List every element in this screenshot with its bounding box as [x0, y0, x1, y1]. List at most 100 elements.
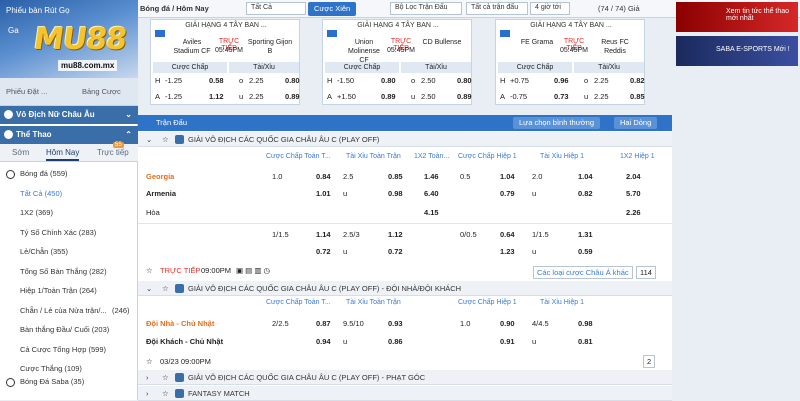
market-item[interactable]: Tỷ Số Chính Xác (283)	[0, 223, 138, 243]
market-item[interactable]: Tổng Số Bàn Thắng (282)	[0, 262, 138, 282]
stats-icons[interactable]: ▣ ▤ ▥ ◷	[236, 266, 270, 275]
odds-cell[interactable]: 0.72	[316, 247, 331, 256]
odds-cell[interactable]: 0.82	[630, 76, 645, 85]
odds-cell[interactable]: 0.64	[500, 230, 515, 239]
handicap-header: Cược Chấp	[498, 62, 572, 73]
odds-cell[interactable]: 1.12	[209, 92, 224, 101]
odds-display-select[interactable]: Hai Dòng	[614, 117, 658, 129]
odds-cell[interactable]: 0.80	[285, 76, 300, 85]
odds-cell[interactable]: 1.14	[316, 230, 331, 239]
section-euro-women[interactable]: Vô Địch Nữ Châu Âu ⌄	[0, 106, 138, 124]
odds-cell[interactable]: 0.80	[381, 76, 396, 85]
match-filter-select[interactable]: Bộ Lọc Trận Đấu	[390, 2, 462, 15]
card-league: GIẢI HẠNG 4 TÂY BAN ...	[185, 22, 267, 29]
odds-cell[interactable]: 0.98	[578, 319, 593, 328]
more-markets-select[interactable]: Các loại cược Châu Á khác	[533, 266, 633, 279]
odds-cell[interactable]: 1.04	[500, 172, 515, 181]
away-team[interactable]: Armenia	[146, 189, 176, 198]
star-icon[interactable]: ☆	[146, 266, 153, 275]
odds-cell[interactable]: 1.46	[424, 172, 439, 181]
parlay-button[interactable]: Cược Xiên	[308, 2, 357, 16]
news-ad-banner[interactable]: Xem tin tức thể thao mới nhất	[676, 2, 798, 32]
time-select[interactable]: 4 giờ tới	[530, 2, 570, 15]
odds-cell[interactable]: 0.85	[630, 92, 645, 101]
odds-cell[interactable]: 0.59	[578, 247, 593, 256]
odds-cell[interactable]: 0.85	[388, 172, 403, 181]
tab-early[interactable]: Sớm	[12, 148, 29, 157]
odds-cell[interactable]: 0.82	[578, 189, 593, 198]
tab-today[interactable]: Hôm Nay	[46, 148, 80, 161]
match-card[interactable]: GIẢI HẠNG 4 TÂY BAN ... Union Molinense C…	[322, 19, 472, 105]
market-item[interactable]: Lẻ/Chẵn (355)	[0, 242, 138, 262]
odds-cell[interactable]: 0.84	[316, 172, 331, 181]
odds-cell[interactable]: 0.73	[554, 92, 569, 101]
odds-cell[interactable]: 0.89	[457, 92, 472, 101]
odds-cell[interactable]: 2.26	[626, 208, 641, 217]
banner-link-2[interactable]: Ga	[8, 26, 19, 35]
odds-cell[interactable]: 0.58	[209, 76, 224, 85]
ball-icon	[4, 130, 13, 139]
odds-cell[interactable]: 0.87	[316, 319, 331, 328]
odds-cell[interactable]: 0.72	[388, 247, 403, 256]
odds-cell[interactable]: 4.15	[424, 208, 439, 217]
odds-cell[interactable]: 0.89	[381, 92, 396, 101]
banner-link-1[interactable]: Phiếu bàn Rút Gọ	[6, 6, 70, 15]
brand-logo: MU88	[31, 22, 129, 57]
odds-cell[interactable]: 1.31	[578, 230, 593, 239]
sport-item[interactable]: Bóng đá (559)	[0, 164, 138, 184]
sort-select[interactable]: Lựa chọn bình thường	[513, 117, 601, 129]
odds-cell[interactable]: 0.81	[578, 337, 593, 346]
bet-list-tab[interactable]: Bảng Cược	[82, 87, 121, 96]
odds-cell[interactable]: 6.40	[424, 189, 439, 198]
star-icon[interactable]: ☆	[146, 357, 153, 366]
odds-cell[interactable]: 1.01	[316, 189, 331, 198]
tab-live[interactable]: Trực tiếp	[97, 148, 129, 157]
odds-cell[interactable]: 0.98	[388, 189, 403, 198]
odds-cell[interactable]: 5.70	[626, 189, 641, 198]
league-row[interactable]: ⌄ ☆ GIẢI VÔ ĐỊCH CÁC QUỐC GIA CHÂU ÂU C …	[138, 132, 672, 147]
odds-cell[interactable]: 0.94	[316, 337, 331, 346]
market-item[interactable]: Bàn thắng Đầu/ Cuối (203)	[0, 320, 138, 340]
sport-item[interactable]: Bóng Đá Saba (35)	[0, 372, 138, 392]
home-team[interactable]: Đội Nhà - Chủ Nhật	[146, 319, 214, 328]
market-item[interactable]: Chẵn / Lẻ của Nửa trận/... (246)	[0, 301, 138, 321]
all-matches-select[interactable]: Tất cả trận đấu	[466, 2, 528, 15]
line-cell: 1.0	[460, 319, 471, 328]
market-item[interactable]: Tất Cả (450)	[0, 184, 138, 204]
market-item[interactable]: 1X2 (369)	[0, 203, 138, 223]
odds-cell[interactable]: 0.89	[285, 92, 300, 101]
odds-cell[interactable]: 0.80	[457, 76, 472, 85]
odds-cell[interactable]: 2.04	[626, 172, 641, 181]
odds-cell[interactable]: 0.79	[500, 189, 515, 198]
odds-cell[interactable]: 0.86	[388, 337, 403, 346]
away-team[interactable]: Đội Khách - Chủ Nhật	[146, 337, 223, 346]
market-item[interactable]: Hiệp 1/Toàn Trận (264)	[0, 281, 138, 301]
market-select[interactable]: Tất Cả	[246, 2, 306, 15]
league-row-corners[interactable]: › ☆ GIẢI VÔ ĐỊCH CÁC QUỐC GIA CHÂU ÂU C …	[138, 370, 672, 385]
odds-cell[interactable]: 1.04	[578, 172, 593, 181]
odds-cell[interactable]: 0.96	[554, 76, 569, 85]
saba-esports-ad[interactable]: SABA E-SPORTS Mới !	[676, 36, 798, 66]
odds-cell[interactable]: 1.23	[500, 247, 515, 256]
match-card[interactable]: GIẢI HẠNG 4 TÂY BAN ... FE Grama TRỰC TIẾP…	[495, 19, 645, 105]
league-row-fantasy[interactable]: › ☆ FANTASY MATCH	[138, 386, 672, 401]
home-team[interactable]: Georgia	[146, 172, 174, 181]
market-count[interactable]: 114	[636, 266, 656, 279]
away-team: Sporting Gijon B	[247, 39, 293, 55]
match-card[interactable]: GIẢI HẠNG 4 TÂY BAN ... Aviles Stadium CF…	[150, 19, 300, 105]
over-under-header: Tài/Xỉu	[574, 62, 644, 73]
odds-cell[interactable]: 1.12	[388, 230, 403, 239]
line-cell: 2.25	[249, 76, 264, 85]
over-under-header: Tài/Xỉu	[229, 62, 299, 73]
sport-count: (203)	[91, 325, 110, 334]
kickoff-time: 05:45PM	[559, 47, 589, 54]
market-count[interactable]: 2	[643, 355, 656, 368]
odds-cell[interactable]: 0.93	[388, 319, 403, 328]
line-cell: -1.25	[165, 92, 183, 101]
market-item[interactable]: Cả Cược Tổng Hợp (599)	[0, 340, 138, 360]
odds-cell[interactable]: 0.91	[500, 337, 515, 346]
betslip-tab[interactable]: Phiếu Đặt ...	[6, 87, 47, 96]
league-row[interactable]: ⌄ ☆ GIẢI VÔ ĐỊCH CÁC QUỐC GIA CHÂU ÂU C …	[138, 281, 672, 296]
line-cell: H	[155, 76, 161, 85]
odds-cell[interactable]: 0.90	[500, 319, 515, 328]
